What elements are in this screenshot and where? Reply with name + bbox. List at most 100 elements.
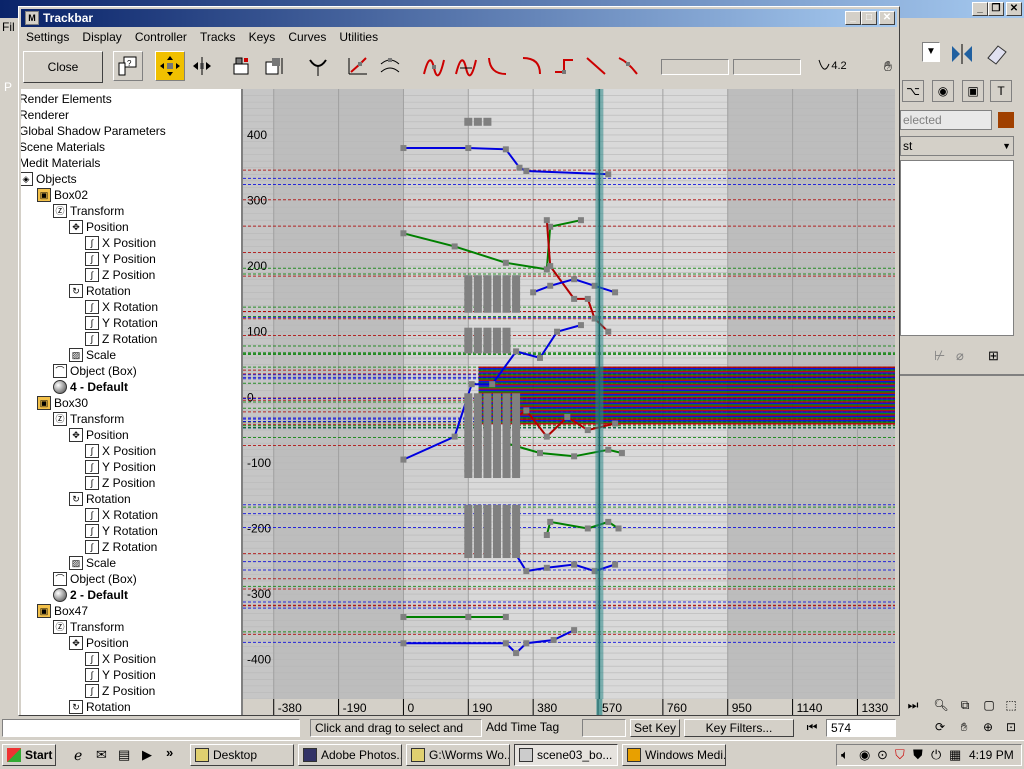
internet-explorer-icon[interactable]: ℯ [74, 747, 82, 764]
menu-controller[interactable]: Controller [130, 28, 192, 46]
tray-app-icon[interactable]: ◉ [859, 747, 870, 763]
clock[interactable]: 4:19 PM [969, 748, 1014, 762]
key-filters-button[interactable]: Key Filters... [684, 719, 794, 737]
eraser-icon[interactable] [982, 42, 1010, 66]
tree-item[interactable]: Medit Materials [21, 155, 100, 171]
tangent-smooth-icon[interactable] [613, 51, 643, 81]
key-value-field[interactable] [733, 59, 801, 75]
tree-item[interactable]: ▨ Scale [69, 555, 116, 571]
tangent-linear-icon[interactable] [581, 51, 611, 81]
tree-item[interactable]: ∫ Z Rotation [85, 331, 157, 347]
tree-item[interactable]: ∫ X Rotation [85, 299, 158, 315]
pan-view-icon[interactable]: ✋︎ [952, 719, 976, 737]
restore-icon[interactable]: ❐ [988, 2, 1004, 16]
task-desktop[interactable]: Desktop [190, 744, 294, 766]
draw-curves-icon[interactable] [303, 51, 333, 81]
tree-item[interactable]: ↻ Rotation [69, 283, 131, 299]
show-end-result-icon[interactable]: ⌀ [956, 348, 976, 364]
tree-item[interactable]: ↻ Rotation [69, 699, 131, 715]
tree-item[interactable]: ∫ Y Rotation [85, 523, 158, 539]
pin-stack-icon[interactable]: ⊬ [934, 348, 954, 364]
tree-item[interactable]: Scene Materials [21, 139, 105, 155]
menu-curves[interactable]: Curves [283, 28, 331, 46]
curve-editor-graph[interactable]: 400 300 200 100 0 -100 -200 -300 -400 [243, 89, 895, 699]
tree-item[interactable]: Render Elements [21, 91, 112, 107]
background-menu-fragment[interactable]: Fil [2, 20, 15, 34]
menu-display[interactable]: Display [77, 28, 126, 46]
antivirus-icon[interactable]: ⛉ [895, 747, 905, 763]
close-icon[interactable]: ✕ [1006, 2, 1022, 16]
dropdown-arrow-icon[interactable]: ▼ [922, 42, 940, 62]
maxscript-listener-field[interactable] [2, 719, 300, 737]
scale-keys-icon[interactable] [259, 51, 289, 81]
min-max-toggle-icon[interactable]: ⊡ [1000, 719, 1022, 737]
curve-editor-canvas[interactable]: 4003002001000-100-200-300-400 [243, 89, 895, 699]
tree-item[interactable]: ✥ Position [69, 219, 129, 235]
modifier-stack-list[interactable] [900, 160, 1014, 336]
modifier-list-dropdown[interactable]: st ▼ [900, 136, 1014, 156]
tree-item[interactable]: ↻ Rotation [69, 491, 131, 507]
tray-shield-icon[interactable]: ⛊ [913, 747, 923, 763]
tree-item[interactable]: ◈ Objects [21, 171, 77, 187]
tree-item[interactable]: ✥ Position [69, 635, 129, 651]
close-button[interactable]: Close [23, 51, 103, 83]
selection-name-field[interactable]: elected [900, 110, 992, 130]
zoom-icon[interactable]: 🔍︎ [930, 694, 952, 716]
tree-item[interactable]: 4 - Default [53, 379, 128, 395]
tree-item[interactable]: ∫ Y Position [85, 667, 156, 683]
task-photoshop[interactable]: Adobe Photos... [298, 744, 402, 766]
tray-display-icon[interactable]: ▦ [949, 747, 961, 763]
tangent-fast-icon[interactable] [483, 51, 513, 81]
tree-item[interactable]: ▣ Box02 [37, 187, 88, 203]
volume-icon[interactable]: 🔈︎ [841, 747, 849, 763]
show-desktop-icon[interactable]: ▤ [118, 747, 130, 763]
outlook-icon[interactable]: ✉︎ [96, 747, 107, 763]
media-player-quicklaunch-icon[interactable]: ▶︎ [142, 747, 152, 763]
tree-item[interactable]: ∫ X Position [85, 443, 156, 459]
display-icon[interactable]: ▣ [962, 80, 984, 102]
tree-item[interactable]: ▨ Scale [69, 347, 116, 363]
task-3dsmax-scene[interactable]: scene03_bo... [514, 744, 618, 766]
time-ruler[interactable]: -380 -190 0 190 380 570 760 950 1140 1330 [243, 699, 895, 715]
tree-item[interactable]: ∫ Z Position [85, 475, 155, 491]
add-keys-icon[interactable] [343, 51, 373, 81]
tree-item[interactable]: ∫ X Position [85, 235, 156, 251]
set-key-button[interactable]: Set Key [630, 719, 680, 737]
utilities-icon[interactable]: T [990, 80, 1012, 102]
tree-item[interactable]: Ⓩ Transform [53, 619, 124, 635]
task-worms-folder[interactable]: G:\Worms Wo... [406, 744, 510, 766]
key-time-field[interactable] [661, 59, 729, 75]
network-icon[interactable]: ⊙ [877, 747, 888, 763]
tree-item[interactable]: ∫ Z Rotation [85, 539, 157, 555]
move-keys-icon[interactable] [155, 51, 185, 81]
tree-item[interactable]: Global Shadow Parameters [21, 123, 166, 139]
menu-tracks[interactable]: Tracks [195, 28, 241, 46]
reduce-keys-icon[interactable] [375, 51, 405, 81]
configure-modifier-sets-icon[interactable]: ⊞ [988, 348, 1008, 364]
tree-item[interactable]: ∫ Y Position [85, 459, 156, 475]
tray-power-icon[interactable]: ⏻ [931, 747, 941, 763]
hierarchy-icon[interactable]: ⌥ [902, 80, 924, 102]
quicklaunch-overflow-icon[interactable]: » [166, 745, 173, 760]
tree-item[interactable]: ⌒ Object (Box) [53, 571, 137, 587]
tree-item[interactable]: ∫ Z Position [85, 683, 155, 699]
tangent-step-icon[interactable] [549, 51, 579, 81]
pan-hand-icon[interactable]: ✋︎ [873, 51, 903, 81]
start-button[interactable]: Start [2, 744, 56, 766]
current-frame-field[interactable]: 574 [826, 719, 896, 737]
tree-item[interactable]: ▣ Box30 [37, 395, 88, 411]
insert-keys-icon[interactable] [227, 51, 257, 81]
fov-icon[interactable]: ⬚ [1000, 694, 1022, 716]
tree-item[interactable]: ∫ Z Position [85, 267, 155, 283]
minimize-icon[interactable]: _ [845, 11, 861, 25]
tree-item[interactable]: ▣ Box47 [37, 603, 88, 619]
motion-icon[interactable]: ◉ [932, 80, 954, 102]
tree-item[interactable]: ⌒ Object (Box) [53, 363, 137, 379]
menu-settings[interactable]: Settings [21, 28, 74, 46]
add-time-tag-button[interactable]: Add Time Tag [484, 719, 580, 737]
filters-icon[interactable]: ? [113, 51, 143, 81]
go-to-end-icon[interactable]: ⏭ [902, 694, 924, 716]
tangent-custom-icon[interactable] [451, 51, 481, 81]
tree-item[interactable]: Ⓩ Transform [53, 411, 124, 427]
tree-item[interactable]: 2 - Default [53, 587, 128, 603]
